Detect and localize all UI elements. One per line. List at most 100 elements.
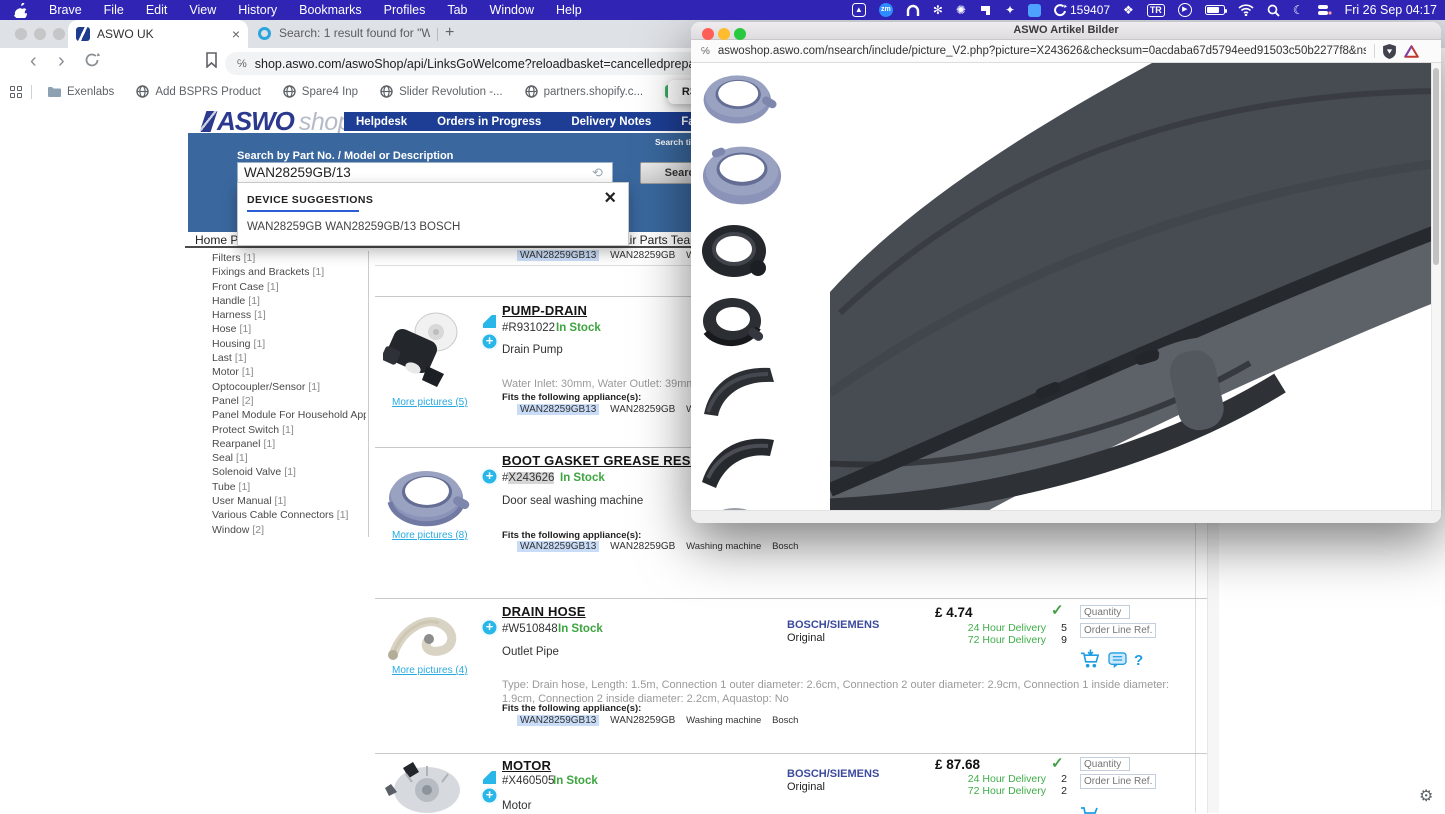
sidebar-category-item[interactable]: Optocoupler/Sensor[1] [212,381,366,395]
traffic-minimize-button[interactable] [34,28,46,40]
comment-icon[interactable] [1108,652,1127,669]
user-switch-icon[interactable] [1317,4,1332,17]
traffic-zoom-button[interactable] [53,28,65,40]
menu-item[interactable]: Window [490,3,534,17]
menu-item[interactable]: View [189,3,216,17]
thumbnail-gasket-black-arc-1[interactable] [700,362,778,418]
tab-close-icon[interactable]: × [232,27,240,41]
burst-app-icon[interactable]: ✺ [956,0,966,20]
boot-gasket-product-image[interactable] [385,466,473,528]
play-circle-icon[interactable]: ▶ [1178,3,1192,17]
product-title-link[interactable]: DRAIN HOSE [502,604,586,619]
more-pictures-link[interactable]: More pictures (5) [392,397,468,408]
sidebar-category-item[interactable]: Motor[1] [212,366,366,380]
close-icon[interactable]: × [604,187,616,210]
bookmark-add-bsprs[interactable]: Add BSPRS Product [136,85,260,98]
sidebar-category-item[interactable]: Various Cable Connectors[1] [212,509,366,523]
order-line-ref-input[interactable] [1080,774,1156,789]
tab-search-result[interactable]: Search: 1 result found for "WAN28 [258,26,430,40]
thumbnail-gasket-gray-2[interactable] [700,142,786,208]
alert-triangle-icon[interactable] [1404,45,1419,58]
product-title-link[interactable]: PUMP-DRAIN [502,303,587,318]
sidebar-category-item[interactable]: Hose[1] [212,323,366,337]
breadcrumb-right[interactable]: air Parts Team [623,233,700,247]
reload-icon[interactable] [84,52,100,72]
sidebar-category-item[interactable]: Solenoid Valve[1] [212,466,366,480]
search-icon[interactable] [1267,4,1280,17]
sparkle-app-icon[interactable]: ✦ [1005,0,1015,20]
sidebar-category-item[interactable]: Seal[1] [212,452,366,466]
site-settings-icon[interactable]: ℅ [701,46,710,57]
arc-browser-icon[interactable] [906,4,920,17]
moon-icon[interactable]: ☾ [1293,0,1304,20]
bookmark-partners-shopify[interactable]: partners.shopify.c... [525,85,644,98]
thumbnail-gasket-black-ring[interactable] [700,222,772,280]
more-pictures-link[interactable]: More pictures (4) [392,665,468,676]
quantity-input[interactable] [1080,757,1130,771]
gear-icon[interactable]: ⚙ [1419,786,1433,806]
thumbnail-gasket-gray-1[interactable] [700,70,780,128]
drain-hose-product-image[interactable] [383,613,468,663]
add-to-cart-icon[interactable] [1080,649,1101,669]
zoom-app-icon[interactable]: zm [879,3,893,17]
wifi-icon[interactable] [1238,4,1254,16]
order-line-ref-input[interactable] [1080,623,1156,638]
menu-item[interactable]: Tab [447,3,467,17]
tr-status-icon[interactable]: TR [1147,4,1165,17]
list-app-icon[interactable] [1028,4,1041,17]
traffic-close-button[interactable] [15,28,27,40]
thumbnail-gasket-black-coil[interactable] [700,294,766,348]
expand-plus-icon[interactable]: + [481,333,498,350]
triangle-app-icon[interactable]: ▲ [852,3,866,17]
bookmark-ribbon-icon[interactable] [205,52,218,72]
menu-item[interactable]: Profiles [384,3,426,17]
sidebar-category-item[interactable]: Last[1] [212,352,366,366]
thumbnail-gasket-black-arc-2[interactable] [700,432,776,490]
popup-scrollbar-thumb[interactable] [1433,68,1439,265]
sidebar-category-item[interactable]: Filters[1] [212,252,366,266]
back-icon[interactable]: ‹ [30,51,37,71]
suggestion-item[interactable]: WAN28259GB WAN28259GB/13 BOSCH [247,221,460,233]
sidebar-category-item[interactable]: Tube[1] [212,481,366,495]
dropbox-icon[interactable]: ❖ [1123,0,1134,20]
menu-item[interactable]: Edit [146,3,168,17]
bookmark-slider-revolution[interactable]: Slider Revolution -... [380,85,503,98]
help-icon[interactable]: ? [1134,652,1143,669]
sidebar-category-item[interactable]: Protect Switch[1] [212,424,366,438]
more-pictures-link[interactable]: More pictures (8) [392,530,468,541]
g-corner-app-icon[interactable] [979,4,992,17]
catalog-flag-icon[interactable] [483,771,496,784]
search-input[interactable] [237,162,613,183]
sidebar-category-item[interactable]: Panel Module For Household Appliances[1] [212,409,366,423]
expand-plus-icon[interactable]: + [481,787,498,804]
site-settings-icon[interactable]: ℅ [237,58,247,70]
popup-address-bar[interactable]: ℅ aswoshop.aswo.com/nsearch/include/pict… [691,40,1441,63]
shop-nav-item[interactable]: Orders in Progress [437,116,541,128]
sidebar-category-item[interactable]: Front Case[1] [212,281,366,295]
sidebar-category-item[interactable]: Rearpanel[1] [212,438,366,452]
sidebar-category-item[interactable]: Fixings and Brackets[1] [212,266,366,280]
sidebar-category-item[interactable]: Window[2] [212,524,366,538]
expand-plus-icon[interactable]: + [481,468,498,485]
sidebar-category-item[interactable]: Housing[1] [212,338,366,352]
apps-grid-icon[interactable] [10,86,22,98]
quantity-input[interactable] [1080,605,1130,619]
pump-drain-product-image[interactable] [383,306,463,390]
product-title-link[interactable]: MOTOR [502,758,551,773]
menubar-clock[interactable]: Fri 26 Sep 04:17 [1345,0,1437,20]
sidebar-category-item[interactable]: User Manual[1] [212,495,366,509]
brave-shield-icon[interactable] [1383,44,1396,59]
bookmark-exenlabs[interactable]: Exenlabs [47,86,114,98]
bookmark-spare4[interactable]: Spare4 Inp [283,85,358,98]
menu-item[interactable]: Bookmarks [299,3,362,17]
menu-item[interactable]: Brave [49,3,82,17]
menu-item[interactable]: History [238,3,277,17]
battery-icon[interactable] [1205,5,1225,15]
asterisk-app-icon[interactable]: ✻ [933,0,943,20]
motor-product-image[interactable] [383,759,465,814]
menu-item[interactable]: Help [556,3,582,17]
sidebar-category-item[interactable]: Harness[1] [212,309,366,323]
apple-menu-icon[interactable] [14,3,27,18]
shop-nav-item[interactable]: Helpdesk [356,116,407,128]
sidebar-category-item[interactable]: Panel[2] [212,395,366,409]
